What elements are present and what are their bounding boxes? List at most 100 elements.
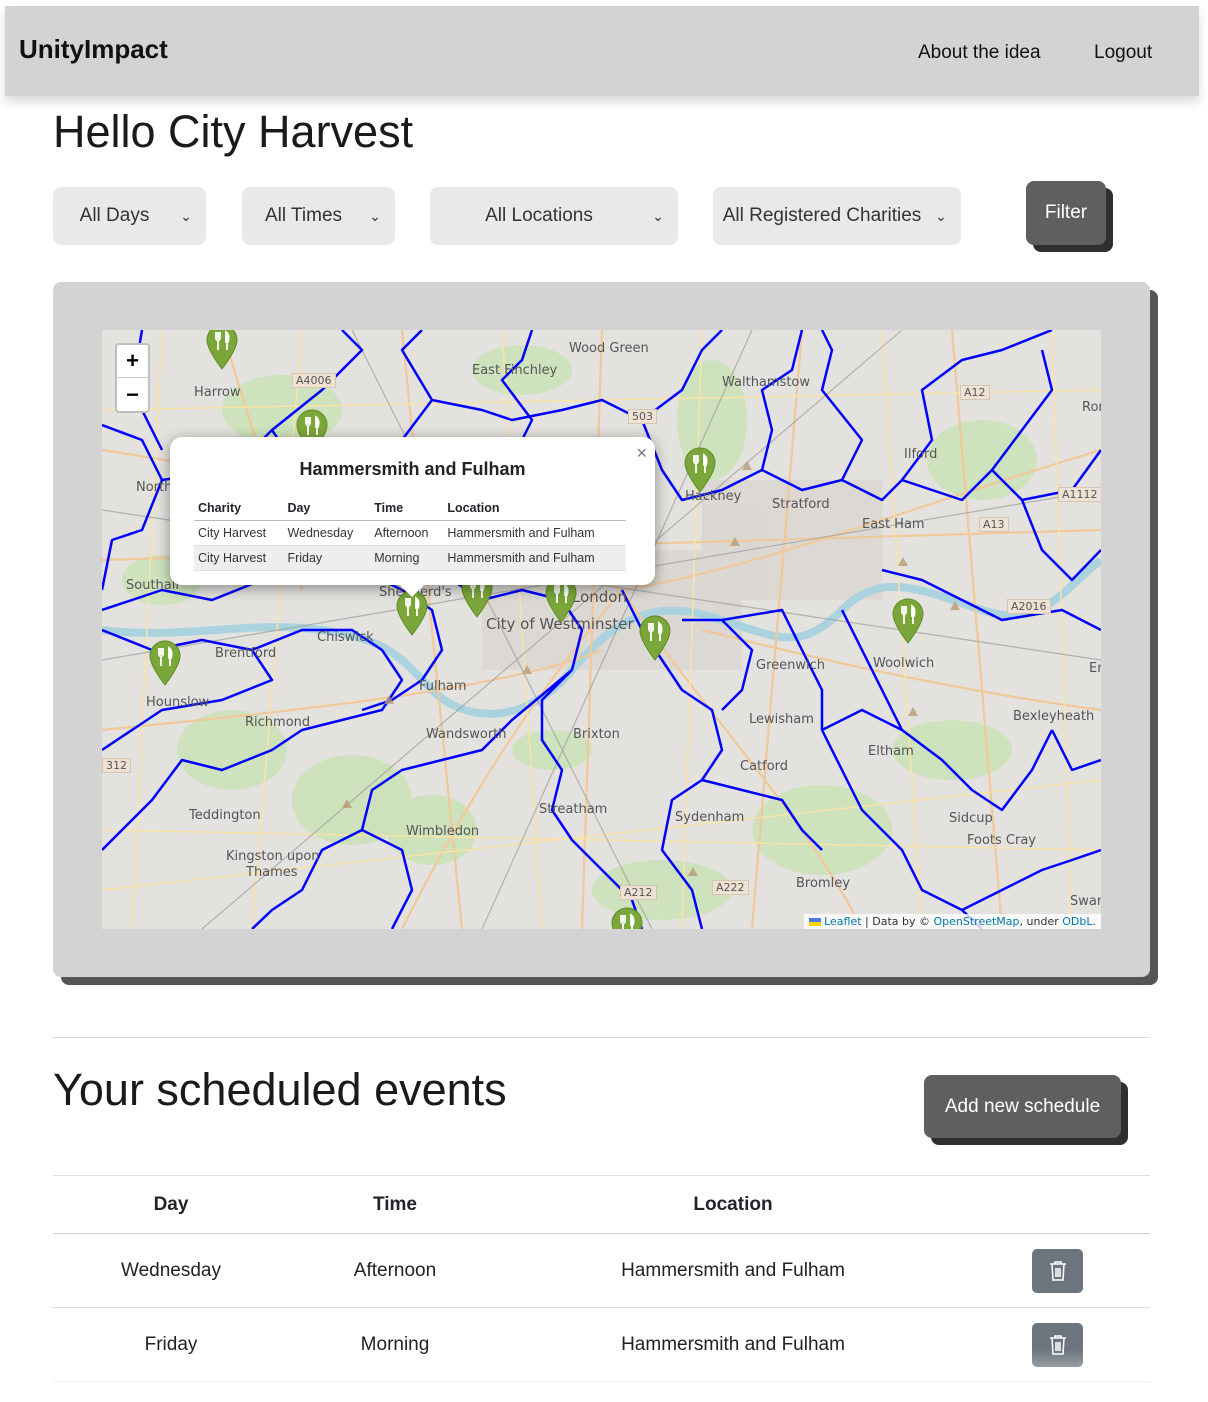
map-label: Richmond <box>245 715 311 730</box>
fork-knife-icon <box>684 447 716 493</box>
map-label: Wood Green <box>569 341 649 356</box>
divider <box>53 1037 1150 1038</box>
map-marker[interactable] <box>891 598 925 644</box>
chevron-down-icon: ⌄ <box>935 207 947 224</box>
add-schedule-button[interactable]: Add new schedule <box>924 1075 1121 1138</box>
header-time: Time <box>289 1175 501 1234</box>
map-label: Hounslow <box>146 695 210 710</box>
brand-logo[interactable]: UnityImpact <box>19 34 168 65</box>
nav-about-link[interactable]: About the idea <box>918 42 1041 64</box>
fork-knife-icon <box>206 330 238 370</box>
map-label: Kingston upon <box>226 849 320 864</box>
popup-cell: Friday <box>283 545 371 571</box>
navbar: UnityImpact About the idea Logout <box>5 6 1199 96</box>
map-label: East Ham <box>862 517 925 532</box>
map-label: Sydenham <box>675 810 745 825</box>
locations-select-value: All Locations <box>485 205 593 226</box>
map-marker[interactable] <box>683 447 717 493</box>
ukraine-flag-icon <box>809 918 822 926</box>
map-marker[interactable] <box>148 640 182 686</box>
trash-icon <box>1049 1334 1066 1355</box>
popup-cell: City Harvest <box>194 520 284 546</box>
map-label: Brixton <box>573 727 620 742</box>
map-label: Foots Cray <box>967 833 1037 848</box>
nav-logout-link[interactable]: Logout <box>1094 42 1152 64</box>
road-label: A1112 <box>1058 487 1101 502</box>
popup-cell: Wednesday <box>283 520 371 546</box>
chevron-down-icon: ⌄ <box>652 207 664 224</box>
days-select-value: All Days <box>79 205 150 226</box>
popup-header-location: Location <box>443 497 626 521</box>
events-table: Day Time Location Wednesday Afternoon Ha… <box>53 1175 1150 1382</box>
map[interactable]: Wood Green East Finchley Walthamstow Har… <box>102 330 1101 929</box>
zoom-control: + − <box>115 343 150 413</box>
popup-cell: Morning <box>370 545 444 571</box>
header-location: Location <box>501 1175 965 1234</box>
map-label: Southall <box>126 578 179 593</box>
attribution-text: , under <box>1019 915 1063 928</box>
popup-header-charity: Charity <box>194 497 284 521</box>
map-label: Brentford <box>215 646 277 661</box>
times-select-value: All Times <box>264 205 343 226</box>
popup-row: City Harvest Friday Morning Hammersmith … <box>194 545 626 571</box>
delete-button[interactable] <box>1032 1248 1083 1293</box>
cell-time: Afternoon <box>289 1233 501 1308</box>
popup-header-time: Time <box>370 497 444 521</box>
map-marker[interactable] <box>205 330 239 370</box>
times-select[interactable]: All Times ⌄ <box>242 187 395 245</box>
delete-button[interactable] <box>1032 1322 1083 1367</box>
header-actions <box>965 1175 1150 1234</box>
cell-location: Hammersmith and Fulham <box>501 1233 965 1308</box>
zoom-out-button[interactable]: − <box>117 378 148 411</box>
fork-knife-icon <box>611 907 643 929</box>
map-label: Sidcup <box>949 811 993 826</box>
chevron-down-icon: ⌄ <box>180 207 192 224</box>
map-label: Streatham <box>539 802 608 817</box>
map-label: Er <box>1089 661 1101 676</box>
fork-knife-icon <box>892 598 924 644</box>
attribution-text: . <box>1092 915 1097 928</box>
trash-icon <box>1049 1260 1066 1281</box>
popup-table: Charity Day Time Location City Harvest W… <box>194 497 626 571</box>
map-label: Stratford <box>772 497 830 512</box>
popup-cell: Hammersmith and Fulham <box>443 545 626 571</box>
road-label: A222 <box>712 880 749 895</box>
cell-actions <box>965 1233 1150 1308</box>
cell-day: Friday <box>53 1307 289 1382</box>
map-label: Ror <box>1082 400 1101 415</box>
road-label: 312 <box>102 758 131 773</box>
road-label: A2016 <box>1007 599 1051 614</box>
map-label: East Finchley <box>472 363 558 378</box>
leaflet-link[interactable]: Leaflet <box>824 915 861 928</box>
odbl-link[interactable]: ODbL <box>1062 915 1092 928</box>
charities-select-value: All Registered Charities <box>722 205 922 226</box>
chevron-down-icon: ⌄ <box>369 207 381 224</box>
map-label: North <box>136 480 173 495</box>
map-label: Eltham <box>868 744 914 759</box>
map-label: Teddington <box>189 808 261 823</box>
map-label: Chiswick <box>317 630 374 645</box>
attribution-text: | Data by © <box>861 915 934 928</box>
map-marker[interactable] <box>638 615 672 661</box>
days-select[interactable]: All Days ⌄ <box>53 187 206 245</box>
map-marker[interactable] <box>610 907 644 929</box>
road-label: A12 <box>960 385 990 400</box>
map-label: Thames <box>246 865 298 880</box>
map-label: Greenwich <box>756 658 825 673</box>
charities-select[interactable]: All Registered Charities ⌄ <box>713 187 961 245</box>
page-title: Hello City Harvest <box>53 106 414 157</box>
map-label: London <box>572 588 627 606</box>
map-label: Woolwich <box>873 656 935 671</box>
map-label: Wimbledon <box>406 824 480 839</box>
road-label: 503 <box>628 409 657 424</box>
map-label: Harrow <box>194 385 241 400</box>
popup-title: Hammersmith and Fulham <box>299 459 526 479</box>
osm-link[interactable]: OpenStreetMap <box>934 915 1020 928</box>
map-attribution: Leaflet | Data by © OpenStreetMap, under… <box>804 914 1101 929</box>
locations-select[interactable]: All Locations ⌄ <box>430 187 678 245</box>
cell-day: Wednesday <box>53 1233 289 1308</box>
filter-button[interactable]: Filter <box>1026 181 1106 245</box>
zoom-in-button[interactable]: + <box>117 345 148 378</box>
popup-cell: City Harvest <box>194 545 284 571</box>
road-label: A4006 <box>292 373 336 388</box>
